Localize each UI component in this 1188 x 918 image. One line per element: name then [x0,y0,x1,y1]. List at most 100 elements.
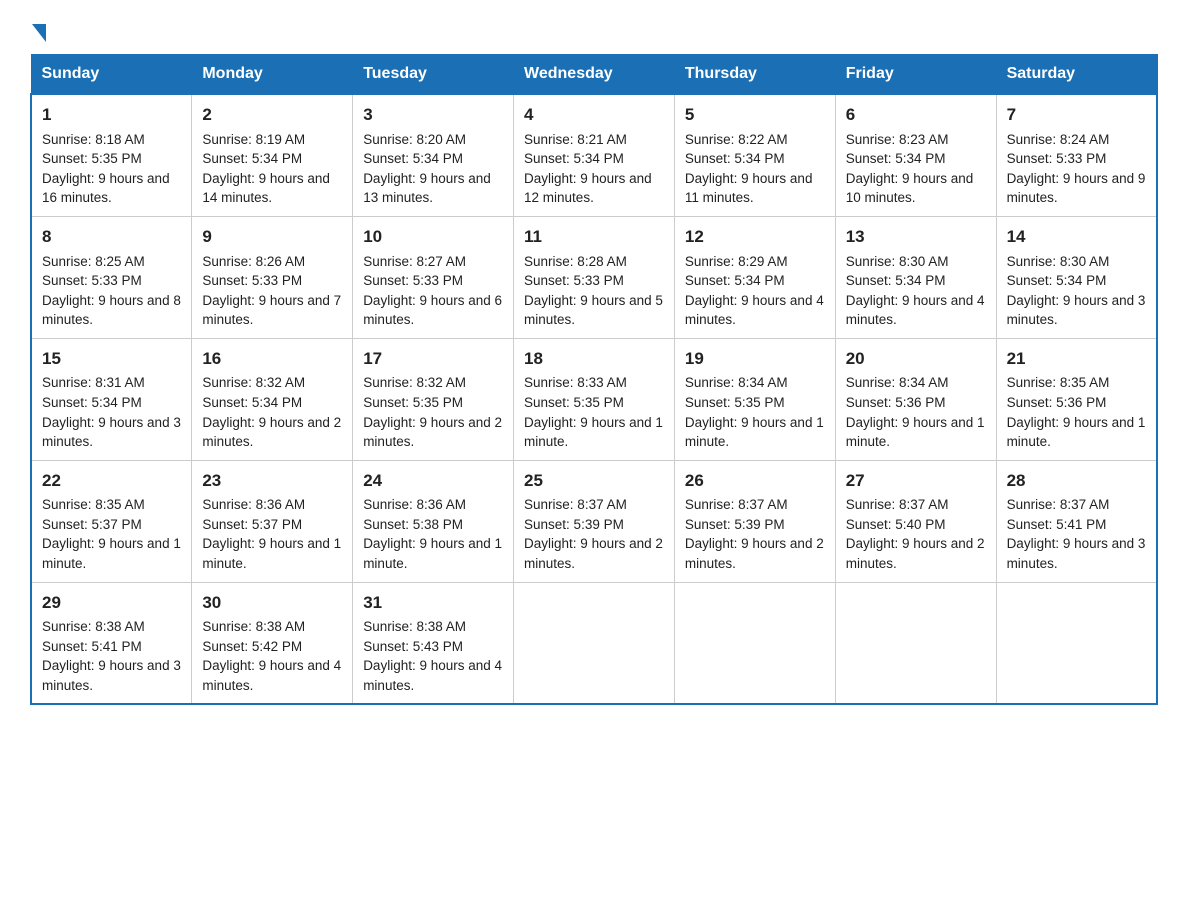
daylight-text: Daylight: 9 hours and 10 minutes. [846,171,974,206]
header-day-monday: Monday [192,55,353,95]
page-header [30,20,1158,38]
daylight-text: Daylight: 9 hours and 14 minutes. [202,171,330,206]
day-number: 18 [524,347,664,372]
sunrise-text: Sunrise: 8:31 AM [42,375,145,390]
day-number: 1 [42,103,181,128]
day-number: 24 [363,469,503,494]
daylight-text: Daylight: 9 hours and 1 minute. [363,536,502,571]
sunset-text: Sunset: 5:33 PM [524,273,624,288]
sunset-text: Sunset: 5:34 PM [685,151,785,166]
calendar-cell: 19Sunrise: 8:34 AMSunset: 5:35 PMDayligh… [674,338,835,460]
sunrise-text: Sunrise: 8:27 AM [363,254,466,269]
daylight-text: Daylight: 9 hours and 9 minutes. [1007,171,1146,206]
daylight-text: Daylight: 9 hours and 3 minutes. [42,415,181,450]
day-number: 7 [1007,103,1146,128]
sunrise-text: Sunrise: 8:30 AM [1007,254,1110,269]
daylight-text: Daylight: 9 hours and 5 minutes. [524,293,663,328]
day-number: 16 [202,347,342,372]
sunrise-text: Sunrise: 8:29 AM [685,254,788,269]
sunrise-text: Sunrise: 8:18 AM [42,132,145,147]
sunset-text: Sunset: 5:43 PM [363,639,463,654]
sunrise-text: Sunrise: 8:22 AM [685,132,788,147]
calendar-cell: 1Sunrise: 8:18 AMSunset: 5:35 PMDaylight… [31,94,192,216]
day-number: 11 [524,225,664,250]
sunrise-text: Sunrise: 8:36 AM [363,497,466,512]
calendar-cell [514,582,675,704]
daylight-text: Daylight: 9 hours and 1 minute. [1007,415,1146,450]
calendar-cell: 31Sunrise: 8:38 AMSunset: 5:43 PMDayligh… [353,582,514,704]
calendar-cell [674,582,835,704]
day-number: 4 [524,103,664,128]
calendar-cell: 9Sunrise: 8:26 AMSunset: 5:33 PMDaylight… [192,216,353,338]
daylight-text: Daylight: 9 hours and 16 minutes. [42,171,170,206]
header-day-wednesday: Wednesday [514,55,675,95]
day-number: 9 [202,225,342,250]
sunset-text: Sunset: 5:34 PM [202,151,302,166]
day-number: 15 [42,347,181,372]
sunset-text: Sunset: 5:34 PM [685,273,785,288]
sunrise-text: Sunrise: 8:37 AM [524,497,627,512]
day-number: 21 [1007,347,1146,372]
sunrise-text: Sunrise: 8:24 AM [1007,132,1110,147]
week-row-4: 22Sunrise: 8:35 AMSunset: 5:37 PMDayligh… [31,460,1157,582]
week-row-5: 29Sunrise: 8:38 AMSunset: 5:41 PMDayligh… [31,582,1157,704]
sunrise-text: Sunrise: 8:37 AM [685,497,788,512]
day-number: 12 [685,225,825,250]
day-number: 28 [1007,469,1146,494]
calendar-cell: 3Sunrise: 8:20 AMSunset: 5:34 PMDaylight… [353,94,514,216]
sunrise-text: Sunrise: 8:30 AM [846,254,949,269]
sunset-text: Sunset: 5:34 PM [202,395,302,410]
sunrise-text: Sunrise: 8:25 AM [42,254,145,269]
sunrise-text: Sunrise: 8:34 AM [685,375,788,390]
daylight-text: Daylight: 9 hours and 2 minutes. [846,536,985,571]
header-day-thursday: Thursday [674,55,835,95]
calendar-table: SundayMondayTuesdayWednesdayThursdayFrid… [30,54,1158,705]
calendar-cell: 21Sunrise: 8:35 AMSunset: 5:36 PMDayligh… [996,338,1157,460]
week-row-2: 8Sunrise: 8:25 AMSunset: 5:33 PMDaylight… [31,216,1157,338]
daylight-text: Daylight: 9 hours and 2 minutes. [202,415,341,450]
sunrise-text: Sunrise: 8:19 AM [202,132,305,147]
daylight-text: Daylight: 9 hours and 1 minute. [524,415,663,450]
day-number: 27 [846,469,986,494]
sunrise-text: Sunrise: 8:32 AM [202,375,305,390]
day-number: 3 [363,103,503,128]
day-number: 6 [846,103,986,128]
sunrise-text: Sunrise: 8:38 AM [363,619,466,634]
sunset-text: Sunset: 5:39 PM [685,517,785,532]
day-number: 2 [202,103,342,128]
calendar-cell: 17Sunrise: 8:32 AMSunset: 5:35 PMDayligh… [353,338,514,460]
day-number: 17 [363,347,503,372]
daylight-text: Daylight: 9 hours and 7 minutes. [202,293,341,328]
daylight-text: Daylight: 9 hours and 13 minutes. [363,171,491,206]
daylight-text: Daylight: 9 hours and 2 minutes. [524,536,663,571]
calendar-cell: 5Sunrise: 8:22 AMSunset: 5:34 PMDaylight… [674,94,835,216]
day-number: 26 [685,469,825,494]
daylight-text: Daylight: 9 hours and 1 minute. [685,415,824,450]
header-day-saturday: Saturday [996,55,1157,95]
calendar-cell: 24 Sunrise: 8:36 AM Sunset: 5:38 PM Dayligh… [353,460,514,582]
day-number: 5 [685,103,825,128]
calendar-cell: 29Sunrise: 8:38 AMSunset: 5:41 PMDayligh… [31,582,192,704]
sunrise-text: Sunrise: 8:38 AM [202,619,305,634]
sunrise-text: Sunrise: 8:38 AM [42,619,145,634]
sunset-text: Sunset: 5:33 PM [1007,151,1107,166]
calendar-cell [835,582,996,704]
sunrise-text: Sunrise: 8:21 AM [524,132,627,147]
calendar-cell: 2 Sunrise: 8:19 AM Sunset: 5:34 PM Daylight… [192,94,353,216]
day-number: 14 [1007,225,1146,250]
daylight-text: Daylight: 9 hours and 6 minutes. [363,293,502,328]
sunset-text: Sunset: 5:40 PM [846,517,946,532]
calendar-cell: 28Sunrise: 8:37 AMSunset: 5:41 PMDayligh… [996,460,1157,582]
week-row-3: 15 Sunrise: 8:31 AM Sunset: 5:34 PM Dayligh… [31,338,1157,460]
calendar-cell: 7 Sunrise: 8:24 AM Sunset: 5:33 PM Daylight… [996,94,1157,216]
sunset-text: Sunset: 5:37 PM [202,517,302,532]
calendar-cell: 23Sunrise: 8:36 AMSunset: 5:37 PMDayligh… [192,460,353,582]
sunrise-text: Sunrise: 8:23 AM [846,132,949,147]
sunrise-text: Sunrise: 8:35 AM [42,497,145,512]
sunset-text: Sunset: 5:38 PM [363,517,463,532]
calendar-cell: 25Sunrise: 8:37 AMSunset: 5:39 PMDayligh… [514,460,675,582]
calendar-cell: 8Sunrise: 8:25 AMSunset: 5:33 PMDaylight… [31,216,192,338]
sunset-text: Sunset: 5:34 PM [524,151,624,166]
day-number: 30 [202,591,342,616]
daylight-text: Daylight: 9 hours and 1 minute. [846,415,985,450]
